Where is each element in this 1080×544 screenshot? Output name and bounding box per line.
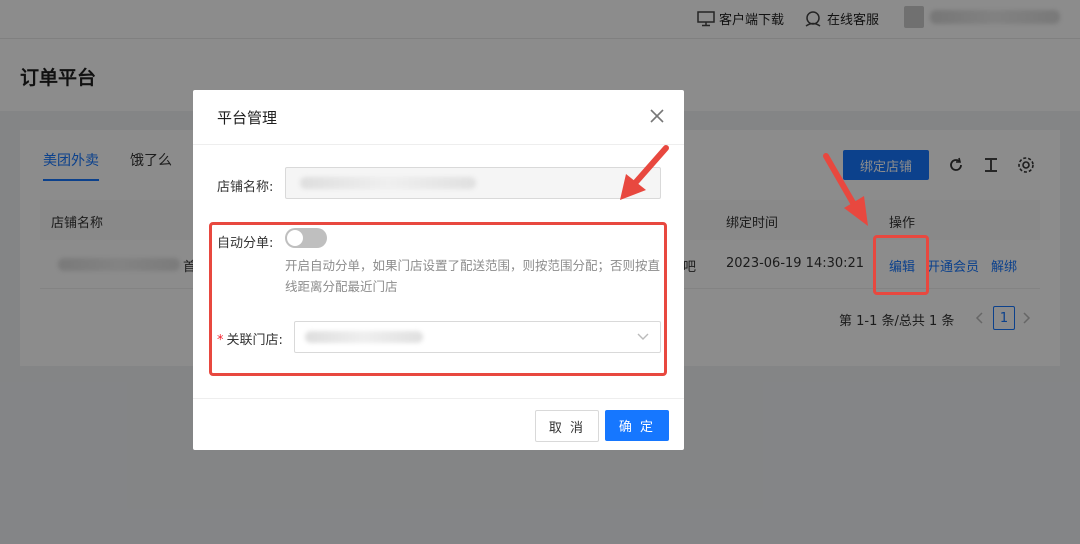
dialog-title: 平台管理 [217,109,278,127]
dialog-header: 平台管理 [193,90,684,145]
platform-management-dialog: 平台管理 店铺名称: 自动分单: 开启自动分单，如果门店设置了配送范围，则按范围… [193,90,684,450]
cancel-button[interactable]: 取 消 [535,410,599,442]
confirm-button[interactable]: 确 定 [605,410,669,441]
annotation-arrow-edit-icon [823,153,868,226]
annotation-box-settings [209,222,667,376]
annotation-arrow-settings-icon [620,145,669,200]
store-name-label: 店铺名称: [217,180,274,195]
dialog-footer-divider [193,398,684,399]
annotation-box-edit [873,235,929,295]
store-name-field-blurred [300,177,476,189]
store-name-field[interactable] [285,167,661,199]
close-icon[interactable] [649,108,665,124]
